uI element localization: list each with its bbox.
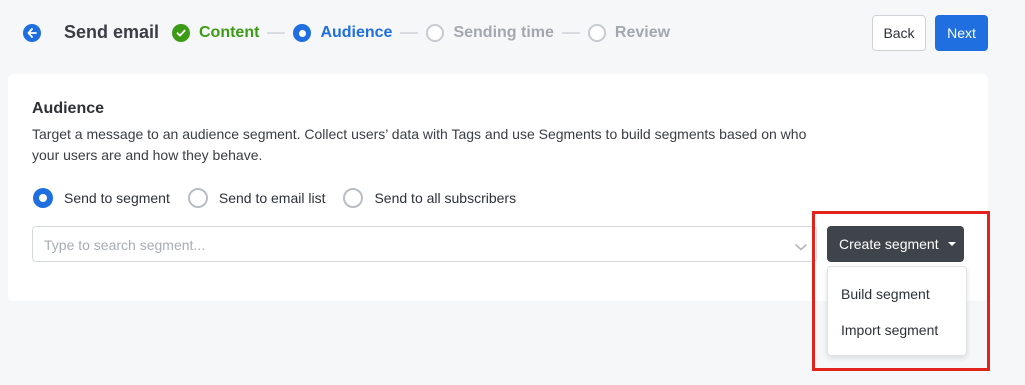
step-sending-time[interactable]: Sending time (426, 24, 554, 42)
active-step-icon (293, 24, 312, 42)
radio-label: Send to email list (218, 190, 326, 206)
radio-selected-icon (33, 188, 53, 208)
radio-label: Send to segment (64, 190, 170, 206)
audience-radio-group: Send to segment Send to email list Send … (33, 188, 534, 208)
step-label: Review (614, 24, 671, 41)
step-label: Audience (320, 24, 393, 41)
step-label: Sending time (453, 24, 554, 41)
chevron-down-icon[interactable] (794, 239, 808, 257)
pending-step-icon (587, 24, 606, 42)
page-title: Send email (64, 22, 160, 42)
step-divider (267, 32, 286, 34)
radio-send-to-segment[interactable]: Send to segment (33, 188, 170, 208)
step-review[interactable]: Review (587, 24, 671, 42)
step-divider (561, 32, 580, 34)
stepper: Content Audience Sending time Review (172, 22, 670, 44)
highlight-box (812, 211, 990, 371)
step-audience[interactable]: Audience (293, 24, 392, 42)
radio-send-to-email-list[interactable]: Send to email list (187, 188, 326, 208)
back-button[interactable]: Back (872, 15, 926, 51)
check-icon (172, 24, 190, 42)
segment-search-input[interactable]: Type to search segment... (32, 226, 817, 262)
search-placeholder: Type to search segment... (44, 237, 206, 253)
radio-unselected-icon (187, 188, 208, 208)
step-label: Content (199, 24, 260, 41)
back-arrow-icon[interactable] (23, 24, 41, 42)
section-description: Target a message to an audience segment.… (32, 126, 807, 163)
radio-unselected-icon (343, 188, 364, 208)
section-title: Audience (32, 100, 105, 117)
step-divider (400, 32, 419, 34)
top-bar: Send email Content Audience Sending time… (0, 0, 1025, 66)
radio-send-to-all-subscribers[interactable]: Send to all subscribers (343, 188, 516, 208)
radio-label: Send to all subscribers (374, 190, 517, 206)
pending-step-icon (426, 24, 445, 42)
next-button[interactable]: Next (935, 15, 988, 51)
step-content[interactable]: Content (172, 24, 259, 42)
